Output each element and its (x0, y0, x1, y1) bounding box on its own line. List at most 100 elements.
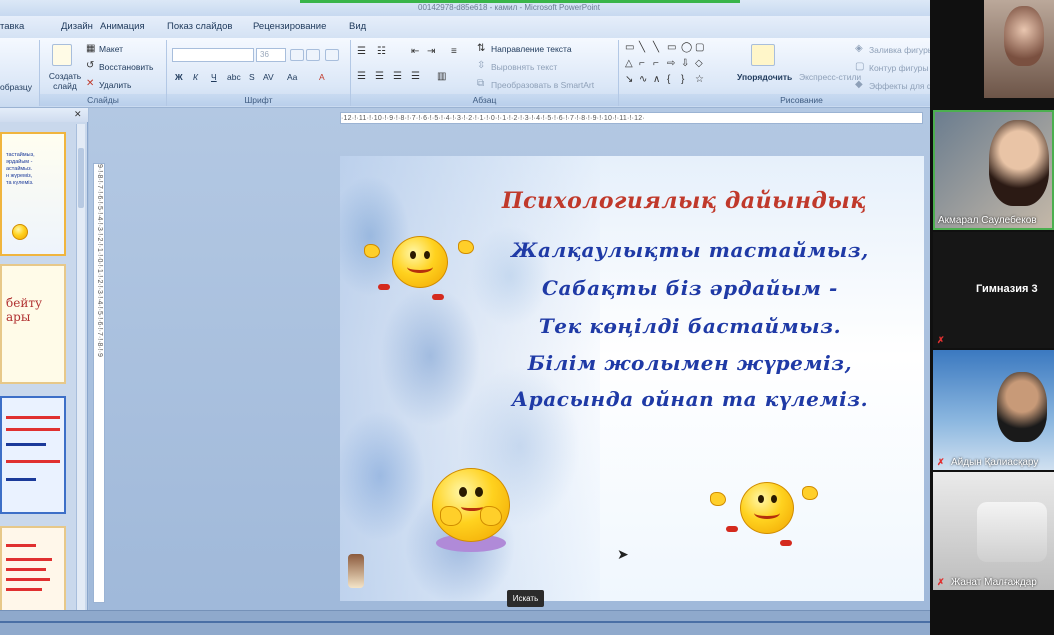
justify-icon[interactable]: ☰ (411, 71, 420, 83)
slide-thumbnail-2[interactable]: бейту ары (0, 264, 66, 384)
decrease-indent-icon[interactable]: ⇤ (411, 46, 419, 58)
rectangle-shape-icon[interactable]: ▭ (667, 42, 676, 54)
flowchart-shape-icon[interactable]: ◇ (695, 58, 703, 70)
font-color-icon[interactable]: A (319, 72, 325, 82)
tab-insert[interactable]: тавка (0, 21, 24, 32)
line-spacing-icon[interactable]: ≡ (451, 46, 457, 58)
thumbnail-3-line (6, 416, 60, 419)
muted-mic-icon: ✗ (937, 457, 945, 467)
new-slide-button[interactable]: Создать слайд (45, 71, 85, 91)
reset-icon: ↺ (86, 60, 95, 71)
quick-styles-button[interactable]: Экспресс-стили (799, 72, 861, 82)
tab-view[interactable]: Вид (349, 21, 366, 32)
slides-group: Создать слайд ▦ Макет ↺ Восстановить ✕ У… (40, 40, 167, 106)
bold-icon[interactable]: Ж (175, 72, 183, 82)
star-shape-icon[interactable]: ☆ (695, 74, 704, 86)
shape-effects-button[interactable]: Эффекты для фигур (869, 81, 930, 91)
powerpoint-window: 00142978-d85e618 - камил - Microsoft Pow… (0, 0, 930, 635)
clear-format-icon[interactable] (325, 49, 339, 61)
tab-design[interactable]: Дизайн (61, 21, 93, 32)
down-arrow-shape-icon[interactable]: ⇩ (681, 58, 689, 70)
triangle-shape-icon[interactable]: △ (625, 58, 633, 70)
slide-canvas[interactable]: Психологиялық дайындық Жалқаулықты таста… (340, 156, 924, 601)
brace-shape-icon[interactable]: { (667, 74, 670, 86)
scribble-shape-icon[interactable]: ∧ (653, 74, 660, 86)
mouse-cursor-icon: ➤ (617, 546, 629, 562)
format-painter-label[interactable]: образцу (0, 82, 32, 92)
thumbnail-scrollbar[interactable] (76, 124, 85, 634)
bullets-icon[interactable]: ☰ (357, 46, 366, 58)
thumbnail-pane-header: ✕ (0, 108, 88, 122)
new-slide-icon[interactable] (52, 44, 72, 66)
align-center-icon[interactable]: ☰ (375, 71, 384, 83)
smiley-hand (710, 492, 726, 506)
title-bar: 00142978-d85e618 - камил - Microsoft Pow… (0, 0, 930, 16)
right-arrow-shape-icon[interactable]: ⇨ (667, 58, 675, 70)
shape-outline-button[interactable]: Контур фигуры (869, 63, 928, 73)
underline-icon[interactable]: Ч (211, 72, 217, 82)
video-participants-panel: Акмарал Саулебеков Гимназия 3 ✗ ✗ Айдын … (930, 0, 1054, 635)
connector-shape-icon[interactable]: ⌐ (639, 58, 645, 70)
ellipse-shape-icon[interactable]: ◯ (681, 42, 692, 54)
font-group-label: Шрифт (167, 94, 350, 106)
thumbnail-3-line (6, 478, 36, 481)
shadow-icon[interactable]: S (249, 72, 255, 82)
shape-fill-button[interactable]: Заливка фигуры (869, 45, 930, 55)
arrow-curve-shape-icon[interactable]: ↘ (625, 74, 633, 86)
align-right-icon[interactable]: ☰ (393, 71, 402, 83)
delete-button[interactable]: Удалить (99, 80, 131, 90)
line-shape-icon[interactable]: ╲ (639, 42, 645, 54)
slide-thumbnail-3[interactable] (0, 396, 66, 514)
smiley-face (432, 468, 510, 542)
thumbnail-4-line (6, 568, 46, 571)
brace-close-shape-icon[interactable]: } (681, 74, 684, 86)
smiley-face (392, 236, 448, 288)
grow-font-icon[interactable] (290, 49, 304, 61)
shapes-gallery[interactable]: ▭ ╲ ╲ ▭ ◯ ▢ △ ⌐ ⌐ ⇨ ⇩ ◇ ↘ ∿ ∧ { } ☆ (625, 42, 729, 90)
slide-thumbnail-1[interactable]: тастаймыз, әрдайым - астаймыз. н жүреміз… (0, 132, 66, 256)
numbering-icon[interactable]: ☷ (377, 46, 386, 58)
freeform-shape-icon[interactable]: ∿ (639, 74, 647, 86)
participant-tile-4[interactable]: ✗ Жанат Малғаждар (933, 472, 1054, 590)
line2-shape-icon[interactable]: ╲ (653, 42, 659, 54)
participant-tile-3[interactable]: ✗ Айдын Қалиасқару (933, 350, 1054, 470)
thumbnail-scroll-thumb[interactable] (78, 148, 84, 208)
char-spacing-icon[interactable]: AV (263, 72, 274, 82)
smiley-face (740, 482, 794, 534)
elbow-shape-icon[interactable]: ⌐ (653, 58, 659, 70)
font-name-combo[interactable] (172, 48, 254, 62)
columns-icon[interactable]: ▥ (437, 71, 446, 83)
tab-slideshow[interactable]: Показ слайдов (167, 21, 232, 32)
verse-line-3: Тек көңілді бастаймыз. (538, 314, 842, 338)
tab-animation[interactable]: Анимация (100, 21, 145, 32)
thumbnail-4-line (6, 588, 42, 591)
participant-name-2-center: Гимназия 3 (976, 283, 1038, 295)
strikethrough-icon[interactable]: abc (227, 72, 241, 82)
clipboard-group: образцу (0, 40, 40, 106)
participant-tile-2[interactable]: Гимназия 3 ✗ (933, 232, 1054, 348)
increase-indent-icon[interactable]: ⇥ (427, 46, 435, 58)
font-size-combo[interactable]: 36 (256, 48, 286, 62)
shape-outline-icon: ▢ (855, 61, 865, 72)
self-view-video[interactable] (984, 0, 1054, 98)
delete-icon: ✕ (86, 78, 95, 89)
change-case-icon[interactable]: Aa (287, 72, 297, 82)
bear-figure-icon (348, 554, 364, 588)
office-chair-image (977, 502, 1047, 562)
italic-icon[interactable]: К (193, 72, 198, 82)
textbox-shape-icon[interactable]: ▭ (625, 42, 634, 54)
reset-button[interactable]: Восстановить (99, 62, 153, 72)
verse-line-1: Жалқаулықты тастаймыз, (511, 238, 869, 262)
close-pane-icon[interactable]: ✕ (74, 109, 82, 120)
arrange-button[interactable]: Упорядочить (737, 72, 792, 82)
participant-tile-1[interactable]: Акмарал Саулебеков (933, 110, 1054, 230)
text-direction-button[interactable]: Направление текста (491, 44, 572, 54)
shape-fill-icon: ◈ (855, 43, 863, 54)
align-text-button[interactable]: Выровнять текст (491, 62, 557, 72)
smartart-button[interactable]: Преобразовать в SmartArt (491, 80, 594, 90)
tab-review[interactable]: Рецензирование (253, 21, 326, 32)
layout-button[interactable]: Макет (99, 44, 123, 54)
shrink-font-icon[interactable] (306, 49, 320, 61)
rounded-rect-shape-icon[interactable]: ▢ (695, 42, 704, 54)
align-left-icon[interactable]: ☰ (357, 71, 366, 83)
